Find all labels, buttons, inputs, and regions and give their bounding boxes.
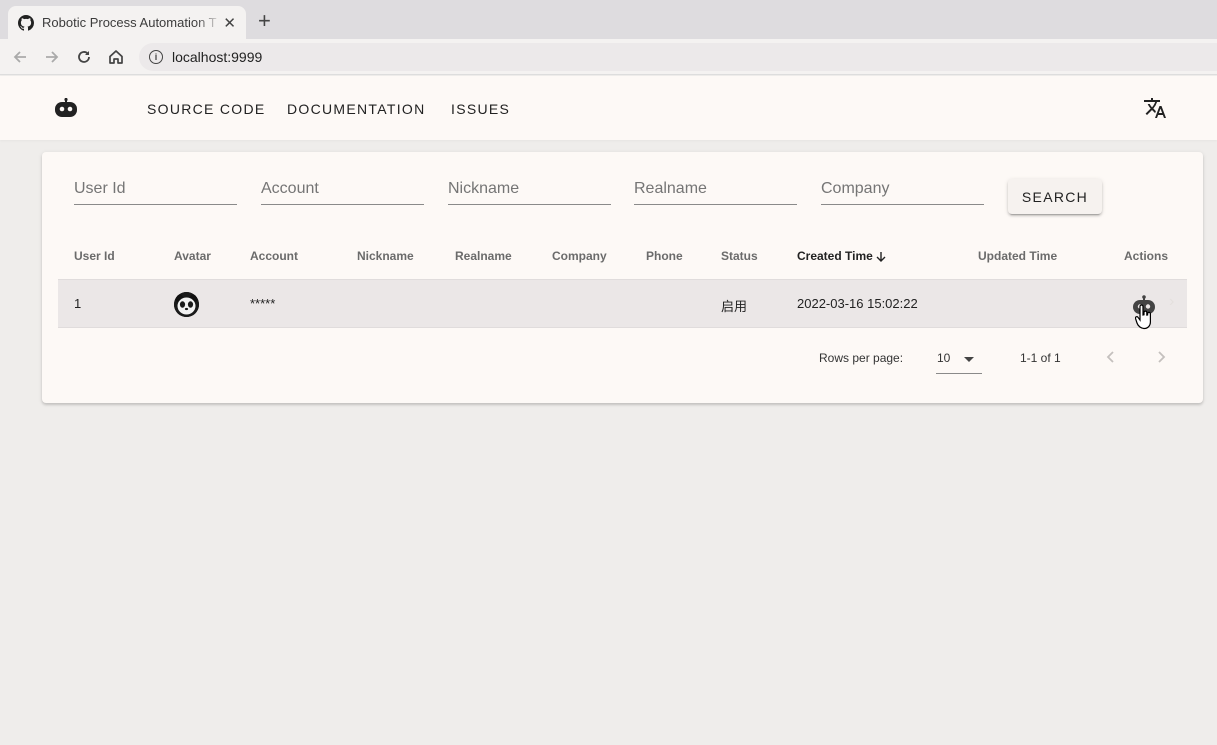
col-header-created-time[interactable]: Created Time: [797, 249, 887, 263]
new-tab-icon[interactable]: +: [258, 10, 271, 32]
col-header-account[interactable]: Account: [250, 249, 298, 263]
account-field[interactable]: [261, 180, 424, 205]
realname-field[interactable]: [634, 180, 797, 205]
company-field[interactable]: [821, 180, 984, 205]
address-bar: i localhost:9999: [0, 39, 1217, 75]
panda-avatar-image: [174, 292, 199, 317]
avatar[interactable]: [174, 292, 199, 317]
col-header-status[interactable]: Status: [721, 249, 758, 263]
cell-created-time: 2022-03-16 15:02:22: [797, 296, 918, 311]
site-info-icon[interactable]: i: [149, 50, 163, 64]
app-bar: SOURCE CODE DOCUMENTATION ISSUES: [0, 76, 1217, 140]
col-header-phone[interactable]: Phone: [646, 249, 683, 263]
chevron-right-icon: ›: [1169, 293, 1175, 310]
table-row[interactable]: [58, 279, 1187, 328]
pagination-range: 1-1 of 1: [1020, 351, 1061, 365]
search-button[interactable]: SEARCH: [1008, 179, 1102, 214]
realname-input[interactable]: [634, 180, 797, 202]
reload-icon[interactable]: [74, 47, 94, 67]
sort-down-icon: [876, 251, 886, 262]
cell-account: *****: [250, 296, 276, 311]
caret-down-icon: [964, 357, 974, 362]
translate-icon[interactable]: [1143, 96, 1167, 120]
users-card: SEARCH User Id Avatar Account Nickname R…: [42, 152, 1203, 403]
rows-per-page-label: Rows per page:: [819, 351, 904, 365]
url-field[interactable]: i localhost:9999: [139, 43, 1217, 71]
browser-tabbar: Robotic Process Automation T ✕ +: [0, 0, 1217, 39]
nickname-input[interactable]: [448, 180, 611, 202]
back-icon[interactable]: [10, 47, 30, 67]
col-header-company[interactable]: Company: [552, 249, 607, 263]
browser-tab[interactable]: Robotic Process Automation T ✕: [8, 6, 246, 39]
rows-per-page-select[interactable]: 10: [936, 345, 982, 374]
col-header-nickname[interactable]: Nickname: [357, 249, 414, 263]
col-header-user-id[interactable]: User Id: [74, 249, 115, 263]
tab-title: Robotic Process Automation T: [42, 15, 217, 30]
url-text: localhost:9999: [172, 49, 263, 65]
nickname-field[interactable]: [448, 180, 611, 205]
github-icon: [18, 14, 34, 31]
nav-source-code[interactable]: SOURCE CODE: [147, 101, 266, 117]
col-header-actions: Actions: [1124, 249, 1169, 263]
nav-issues[interactable]: ISSUES: [451, 101, 510, 117]
close-tab-icon[interactable]: ✕: [223, 14, 236, 32]
rows-per-page-value: 10: [937, 351, 951, 365]
col-header-realname[interactable]: Realname: [455, 249, 512, 263]
company-input[interactable]: [821, 180, 984, 202]
col-header-created-time-label: Created Time: [797, 249, 873, 263]
chevron-right-icon[interactable]: [1153, 349, 1169, 365]
account-input[interactable]: [261, 180, 424, 202]
nav-documentation[interactable]: DOCUMENTATION: [287, 101, 425, 117]
cell-status: 启用: [721, 299, 748, 314]
col-header-updated-time[interactable]: Updated Time: [978, 249, 1057, 263]
col-header-avatar[interactable]: Avatar: [174, 249, 211, 263]
cell-user-id: 1: [74, 296, 82, 311]
user-id-field[interactable]: [74, 180, 237, 205]
hand-cursor-icon: [1135, 304, 1151, 330]
forward-icon[interactable]: [42, 47, 62, 67]
chevron-left-icon[interactable]: [1103, 349, 1119, 365]
home-icon[interactable]: [106, 47, 126, 67]
user-id-input[interactable]: [74, 180, 237, 202]
robot-icon[interactable]: [54, 98, 78, 118]
